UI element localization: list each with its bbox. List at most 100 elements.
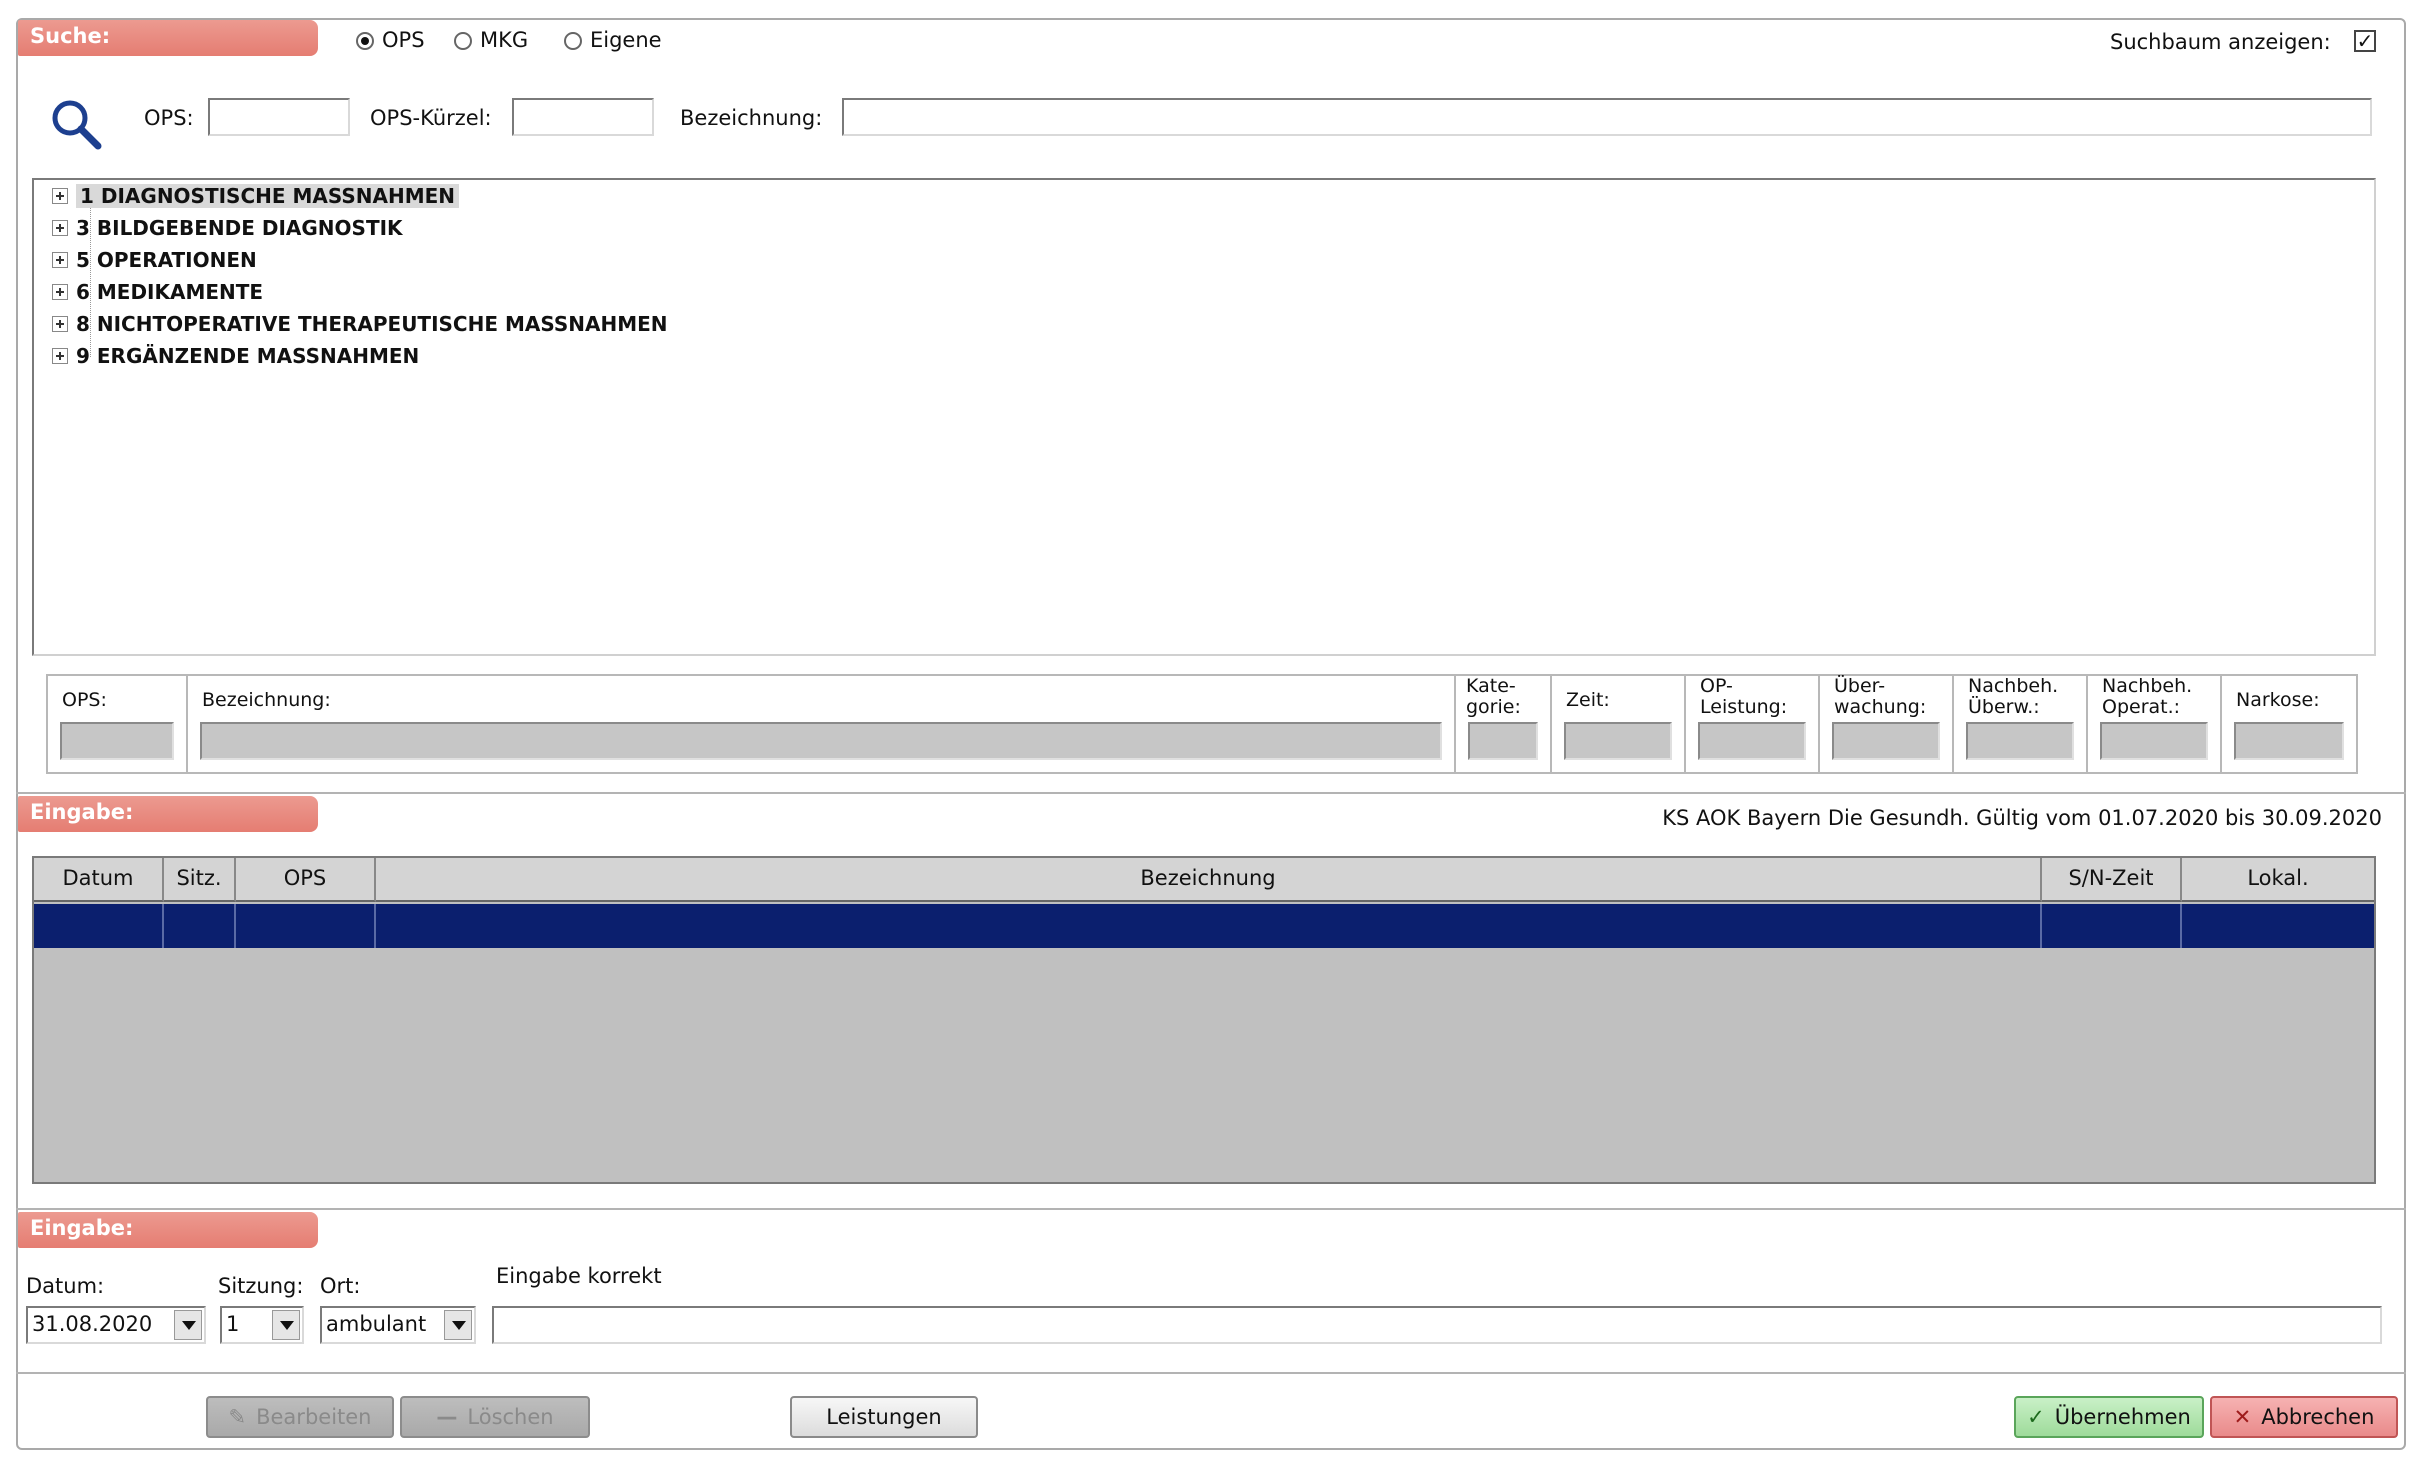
expand-icon[interactable] bbox=[52, 316, 68, 332]
uebernehmen-label: Übernehmen bbox=[2054, 1405, 2191, 1429]
datum-value: 31.08.2020 bbox=[32, 1312, 153, 1336]
eingabe-status-label: Eingabe korrekt bbox=[496, 1264, 662, 1288]
detail-bezeichnung: Bezeichnung: bbox=[186, 674, 1456, 774]
table-row[interactable] bbox=[34, 904, 2374, 948]
tree-node-6[interactable]: 6 MEDIKAMENTE bbox=[52, 280, 263, 310]
col-header-sn-zeit[interactable]: S/N-Zeit bbox=[2042, 858, 2182, 902]
detail-ueberwachung-label: Über- wachung: bbox=[1834, 675, 1927, 718]
detail-nachbeh-ueberw-box bbox=[1966, 722, 2074, 760]
ort-label: Ort: bbox=[320, 1274, 361, 1298]
datum-select[interactable]: 31.08.2020 bbox=[26, 1306, 206, 1344]
leistungen-label: Leistungen bbox=[826, 1405, 942, 1429]
radio-eigene[interactable]: Eigene bbox=[564, 28, 662, 52]
cell-divider bbox=[2180, 904, 2182, 948]
detail-narkose-box bbox=[2234, 722, 2344, 760]
ort-select[interactable]: ambulant bbox=[320, 1306, 476, 1344]
col-header-lokal[interactable]: Lokal. bbox=[2182, 858, 2374, 902]
detail-ueberwachung: Über- wachung: bbox=[1818, 674, 1954, 774]
expand-icon[interactable] bbox=[52, 284, 68, 300]
check-icon: ✓ bbox=[2027, 1405, 2045, 1429]
tree-node-9[interactable]: 9 ERGÄNZENDE MASSNAHMEN bbox=[52, 344, 419, 374]
cell-divider bbox=[374, 904, 376, 948]
uebernehmen-button[interactable]: ✓ Übernehmen bbox=[2014, 1396, 2204, 1438]
cell-divider bbox=[162, 904, 164, 948]
tree-node-5[interactable]: 5 OPERATIONEN bbox=[52, 248, 257, 278]
tree-node-3[interactable]: 3 BILDGEBENDE DIAGNOSTIK bbox=[52, 216, 403, 246]
pencil-icon: ✎ bbox=[228, 1405, 247, 1429]
separator bbox=[16, 792, 2406, 794]
detail-op-leistung-box bbox=[1698, 722, 1806, 760]
eingabe-status-input[interactable] bbox=[492, 1306, 2382, 1344]
detail-op-leistung: OP- Leistung: bbox=[1684, 674, 1820, 774]
tree-node-label: 9 ERGÄNZENDE MASSNAHMEN bbox=[76, 344, 420, 368]
separator bbox=[16, 1372, 2406, 1374]
detail-nachbeh-ueberw: Nachbeh. Überw.: bbox=[1952, 674, 2088, 774]
expand-icon[interactable] bbox=[52, 348, 68, 364]
ops-field-label: OPS: bbox=[144, 106, 194, 130]
abbrechen-label: Abbrechen bbox=[2261, 1405, 2375, 1429]
tree-node-8[interactable]: 8 NICHTOPERATIVE THERAPEUTISCHE MASSNAHM… bbox=[52, 312, 668, 342]
radio-mkg-indicator[interactable] bbox=[454, 32, 472, 50]
bearbeiten-button[interactable]: ✎ Bearbeiten bbox=[206, 1396, 394, 1438]
abbrechen-button[interactable]: ✕ Abbrechen bbox=[2210, 1396, 2398, 1438]
radio-ops[interactable]: OPS bbox=[356, 28, 425, 52]
bearbeiten-label: Bearbeiten bbox=[256, 1405, 372, 1429]
bezeichnung-search-input[interactable] bbox=[842, 98, 2372, 136]
detail-ops-box bbox=[60, 722, 174, 760]
minus-icon: — bbox=[436, 1405, 458, 1429]
sitzung-select[interactable]: 1 bbox=[220, 1306, 304, 1344]
kuerzel-field-label: OPS-Kürzel: bbox=[370, 106, 492, 130]
radio-eigene-label: Eigene bbox=[590, 28, 662, 52]
col-header-ops[interactable]: OPS bbox=[236, 858, 376, 902]
kuerzel-search-input[interactable] bbox=[512, 98, 654, 136]
detail-zeit-box bbox=[1564, 722, 1672, 760]
section-label-suche: Suche: bbox=[18, 20, 318, 56]
col-header-bezeichnung[interactable]: Bezeichnung bbox=[376, 858, 2042, 902]
col-header-sitz[interactable]: Sitz. bbox=[164, 858, 236, 902]
tree-node-1[interactable]: 1 DIAGNOSTISCHE MASSNAHMEN bbox=[52, 184, 460, 214]
suchbaum-label: Suchbaum anzeigen: bbox=[2110, 30, 2331, 54]
ops-tree[interactable]: 1 DIAGNOSTISCHE MASSNAHMEN 3 BILDGEBENDE… bbox=[32, 178, 2376, 656]
detail-kategorie-label: Kate- gorie: bbox=[1466, 675, 1521, 718]
sitzung-label: Sitzung: bbox=[218, 1274, 304, 1298]
separator bbox=[16, 1208, 2406, 1210]
radio-ops-label: OPS bbox=[382, 28, 425, 52]
detail-nachbeh-operat: Nachbeh. Operat.: bbox=[2086, 674, 2222, 774]
detail-ops: OPS: bbox=[46, 674, 188, 774]
col-header-datum[interactable]: Datum bbox=[34, 858, 164, 902]
radio-ops-indicator[interactable] bbox=[356, 32, 374, 50]
leistungen-grid[interactable]: Datum Sitz. OPS Bezeichnung S/N-Zeit Lok… bbox=[32, 856, 2376, 1184]
bezeichnung-field-label: Bezeichnung: bbox=[680, 106, 823, 130]
detail-ops-label: OPS: bbox=[62, 689, 107, 711]
sitzung-value: 1 bbox=[226, 1312, 240, 1336]
kasse-info-text: KS AOK Bayern Die Gesundh. Gültig vom 01… bbox=[1662, 806, 2382, 830]
chevron-down-icon[interactable] bbox=[272, 1310, 300, 1340]
detail-bezeichnung-box bbox=[200, 722, 1442, 760]
radio-mkg[interactable]: MKG bbox=[454, 28, 528, 52]
chevron-down-icon[interactable] bbox=[174, 1310, 202, 1340]
expand-icon[interactable] bbox=[52, 252, 68, 268]
chevron-down-icon[interactable] bbox=[444, 1310, 472, 1340]
tree-node-label: 8 NICHTOPERATIVE THERAPEUTISCHE MASSNAHM… bbox=[76, 312, 668, 336]
loeschen-button[interactable]: — Löschen bbox=[400, 1396, 590, 1438]
expand-icon[interactable] bbox=[52, 220, 68, 236]
close-icon: ✕ bbox=[2233, 1405, 2252, 1429]
datum-label: Datum: bbox=[26, 1274, 105, 1298]
radio-eigene-indicator[interactable] bbox=[564, 32, 582, 50]
detail-nachbeh-ueberw-label: Nachbeh. Überw.: bbox=[1968, 675, 2059, 718]
detail-nachbeh-operat-label: Nachbeh. Operat.: bbox=[2102, 675, 2193, 718]
ops-search-input[interactable] bbox=[208, 98, 350, 136]
expand-icon[interactable] bbox=[52, 188, 68, 204]
detail-narkose: Narkose: bbox=[2220, 674, 2358, 774]
leistungen-button[interactable]: Leistungen bbox=[790, 1396, 978, 1438]
cell-divider bbox=[234, 904, 236, 948]
radio-mkg-label: MKG bbox=[480, 28, 529, 52]
suchbaum-checkbox[interactable]: ✓ bbox=[2354, 30, 2376, 52]
detail-kategorie: Kate- gorie: bbox=[1454, 674, 1552, 774]
search-icon[interactable] bbox=[48, 96, 104, 152]
detail-zeit-label: Zeit: bbox=[1566, 689, 1610, 711]
section-label-eingabe-liste: Eingabe: bbox=[18, 796, 318, 832]
tree-node-label: 1 DIAGNOSTISCHE MASSNAHMEN bbox=[76, 184, 460, 208]
detail-ueberwachung-box bbox=[1832, 722, 1940, 760]
detail-kategorie-box bbox=[1468, 722, 1538, 760]
